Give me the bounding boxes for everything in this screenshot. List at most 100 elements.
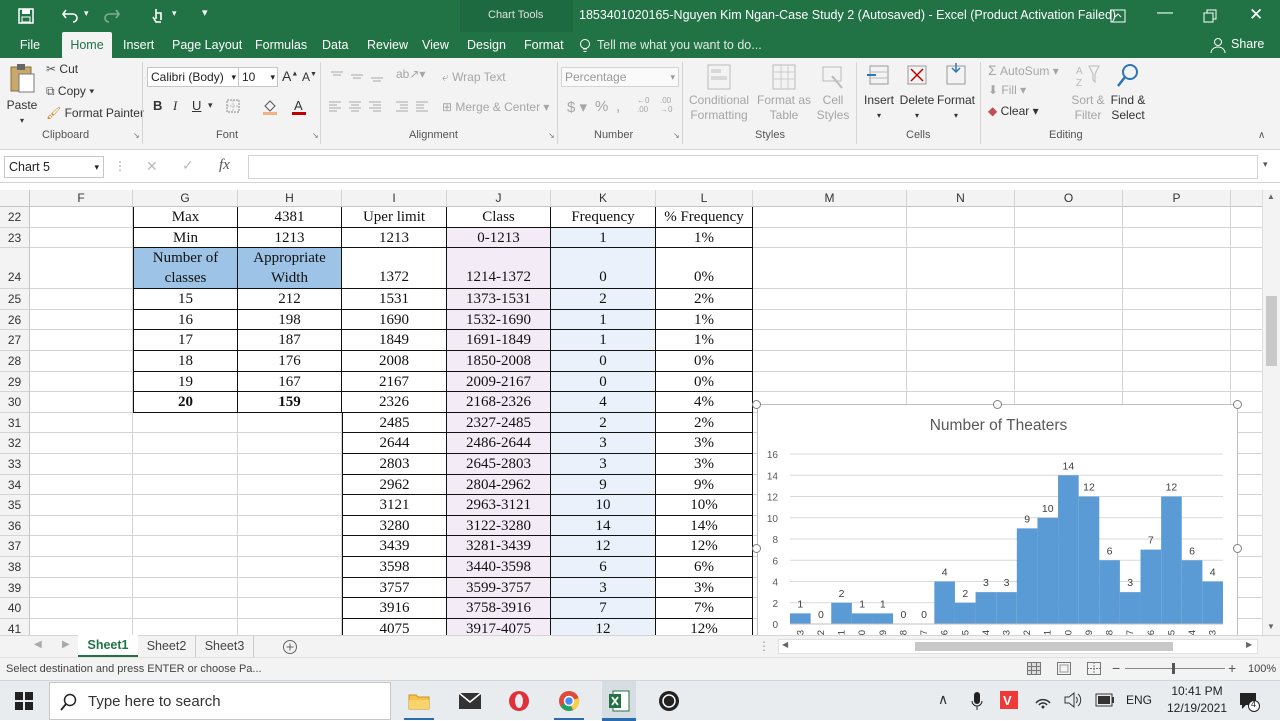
cell-g37[interactable] [133,536,238,557]
cell-g39[interactable] [133,577,238,599]
cell-j32[interactable]: 2486-2644 [447,433,551,454]
row-header-23[interactable]: 23 [0,227,30,249]
row-header-37[interactable]: 37 [0,536,30,557]
cell-n24[interactable] [907,248,1015,290]
resize-handle[interactable] [1233,544,1242,553]
sort-filter-button[interactable]: AZ Sort & Filter [1066,62,1110,123]
cell-p22[interactable] [1123,207,1231,228]
customize-qat-icon[interactable]: ▾ [202,6,208,19]
cell-o25[interactable] [1015,289,1123,310]
scroll-left-icon[interactable]: ◀ [782,640,788,649]
page-break-view-icon[interactable] [1087,662,1101,675]
font-launcher-icon[interactable]: ↘ [312,131,319,140]
row-header-29[interactable]: 29 [0,371,30,393]
tab-format[interactable]: Format [524,32,564,58]
cell-j34[interactable]: 2804-2962 [447,474,551,496]
cell-i29[interactable]: 2167 [342,371,447,393]
bar-3917-4075[interactable] [1161,496,1182,625]
cell-l41[interactable]: 12% [656,618,753,635]
chart-object[interactable]: Number of Theaters 024681012141610-12130… [757,404,1238,635]
sheet-tab-sheet2[interactable]: Sheet2 [138,636,196,657]
cell-o23[interactable] [1015,227,1123,249]
bar-1532-1690[interactable] [851,613,873,624]
next-sheet-icon[interactable]: ▶ [62,639,70,650]
cell-j40[interactable]: 3758-3916 [447,598,551,619]
cell-h38[interactable] [238,557,342,578]
cell-k25[interactable]: 2 [551,289,656,310]
column-header-g[interactable]: G [133,190,238,207]
zoom-in-icon[interactable]: + [1228,660,1236,676]
cell-p25[interactable] [1123,289,1231,310]
fill-button[interactable]: ⬇ Fill ▾ [988,83,1026,97]
cell-j22[interactable]: Class [447,207,551,228]
tab-view[interactable]: View [422,32,449,58]
row-header-33[interactable]: 33 [0,454,30,475]
cell-l28[interactable]: 0% [656,351,753,372]
zoom-slider[interactable] [1125,668,1225,669]
cell-p28[interactable] [1123,351,1231,372]
cell-l36[interactable]: 14% [656,515,753,537]
cell-j31[interactable]: 2327-2485 [447,412,551,434]
sheet-tab-sheet3[interactable]: Sheet3 [196,636,254,657]
column-header-m[interactable]: M [753,190,907,207]
font-name-select[interactable]: Calibri (Body) ▾ [147,67,239,87]
cell-j25[interactable]: 1373-1531 [447,289,551,310]
cell-h31[interactable] [238,412,342,434]
column-header-h[interactable]: H [238,190,342,207]
cell-i27[interactable]: 1849 [342,330,447,351]
cell-f35[interactable] [30,495,133,516]
insert-function-icon[interactable]: fx [219,157,230,174]
cell-o26[interactable] [1015,309,1123,331]
prev-sheet-icon[interactable]: ◀ [34,639,42,650]
tab-insert[interactable]: Insert [123,32,154,58]
cell-n26[interactable] [907,309,1015,331]
zoom-slider-thumb[interactable] [1172,663,1175,674]
row-header-40[interactable]: 40 [0,598,30,619]
cell-j37[interactable]: 3281-3439 [447,536,551,557]
select-all-corner[interactable] [0,190,30,207]
row-header-41[interactable]: 41 [0,618,30,635]
share-button[interactable]: Share [1231,37,1264,51]
input-language[interactable]: ENG [1126,693,1152,707]
cell-n22[interactable] [907,207,1015,228]
cell-l22[interactable]: % Frequency [656,207,753,228]
vivaldi-icon[interactable]: V [1000,690,1018,710]
bar-3281-3439[interactable] [1078,496,1100,625]
clock-time[interactable]: 10:41 PM [1167,684,1227,698]
zoom-level[interactable]: 100% [1248,663,1276,675]
cell-f30[interactable] [30,392,133,413]
vertical-scroll-thumb[interactable] [1266,296,1277,366]
cell-g22[interactable]: Max [133,207,238,228]
cell-f24[interactable] [30,248,133,290]
cell-i35[interactable]: 3121 [342,495,447,516]
cell-k22[interactable]: Frequency [551,207,656,228]
cell-l31[interactable]: 2% [656,412,753,434]
bar-3758-3916[interactable] [1140,549,1162,624]
cell-i32[interactable]: 2644 [342,433,447,454]
cell-g24[interactable]: Number of classes [133,248,238,290]
cell-g28[interactable]: 18 [133,351,238,372]
bar-2486-2644[interactable] [975,592,997,624]
cell-k30[interactable]: 4 [551,392,656,413]
cell-q23[interactable] [1231,228,1262,249]
cell-g30[interactable]: 20 [133,392,238,413]
borders-icon[interactable] [226,99,240,113]
cell-k31[interactable]: 2 [551,412,656,434]
excel-icon[interactable] [608,690,630,712]
cell-g32[interactable] [133,433,238,454]
grow-font-icon[interactable]: A▲ [282,68,298,84]
decrease-decimal-icon[interactable]: .00 →0 [660,96,672,114]
cell-l27[interactable]: 1% [656,330,753,351]
increase-decimal-icon[interactable]: ←0.00 [637,96,649,114]
cell-l37[interactable]: 12% [656,536,753,557]
cell-j36[interactable]: 3122-3280 [447,515,551,537]
cell-j27[interactable]: 1691-1849 [447,330,551,351]
fill-color-icon[interactable] [262,98,278,116]
cell-f37[interactable] [30,536,133,557]
cell-f22[interactable] [30,207,133,228]
tab-review[interactable]: Review [367,32,408,58]
clipboard-launcher-icon[interactable]: ↘ [133,131,140,140]
vertical-align-icons[interactable] [330,70,390,82]
cell-o28[interactable] [1015,351,1123,372]
cell-k28[interactable]: 0 [551,351,656,372]
